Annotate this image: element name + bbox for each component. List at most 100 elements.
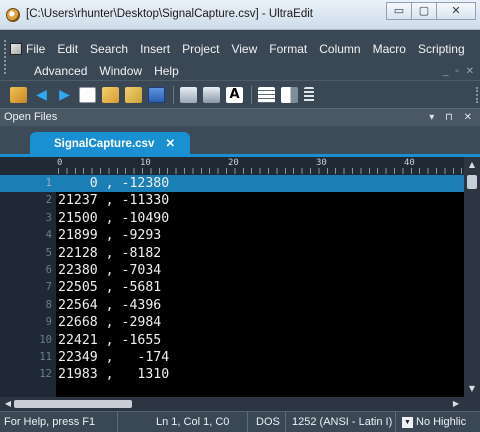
document-menu-icon[interactable]: [10, 43, 22, 55]
menu-project[interactable]: Project: [182, 42, 219, 56]
line-text: 22668 , -2984: [58, 315, 162, 331]
menu-search[interactable]: Search: [90, 42, 128, 56]
vertical-scrollbar[interactable]: ▲ ▼: [464, 157, 480, 397]
line-number: 4: [45, 229, 52, 242]
line-number: 8: [45, 298, 52, 311]
ultraedit-window: [C:\Users\rhunter\Desktop\SignalCapture.…: [0, 0, 480, 432]
open-files-panel: Open Files ▾ ⊓ ✕: [0, 108, 480, 126]
menu-format[interactable]: Format: [269, 42, 307, 56]
status-line-ending[interactable]: DOS: [252, 412, 286, 432]
line-number: 2: [45, 194, 52, 207]
toolbar-separator: [173, 85, 174, 104]
line-number: 5: [45, 246, 52, 259]
menu-help[interactable]: Help: [154, 64, 179, 78]
close-button[interactable]: ✕: [436, 2, 476, 20]
ruler-ticks: [58, 168, 464, 174]
line-text: 22564 , -4396: [58, 297, 162, 313]
line-number: 7: [45, 281, 52, 294]
scroll-down-arrow-icon[interactable]: ▼: [466, 383, 478, 395]
scroll-right-arrow-icon[interactable]: ▶: [450, 398, 462, 410]
column-ruler: 0 10 20 30 40: [0, 157, 464, 175]
chevron-down-icon[interactable]: ▼: [402, 416, 413, 428]
menu-column[interactable]: Column: [319, 42, 360, 56]
menu-file[interactable]: File: [26, 42, 45, 56]
menu-window[interactable]: Window: [99, 64, 142, 78]
status-encoding[interactable]: 1252 (ANSI - Latin I): [288, 412, 396, 432]
minimize-button[interactable]: ▭: [386, 2, 412, 20]
print-preview-icon[interactable]: [203, 86, 220, 103]
editor-line[interactable]: 9 22668 , -2984: [0, 314, 464, 331]
editor-line[interactable]: 5 22128 , -8182: [0, 245, 464, 262]
line-number: 10: [39, 333, 52, 346]
spell-check-icon[interactable]: [304, 86, 314, 103]
status-help-text: For Help, press F1: [0, 412, 118, 432]
font-icon[interactable]: A: [226, 86, 243, 103]
scroll-left-arrow-icon[interactable]: ◀: [2, 398, 14, 410]
editor-line[interactable]: 2 21237 , -11330: [0, 192, 464, 209]
ruler-label: 40: [404, 158, 415, 168]
back-arrow-icon[interactable]: ◀: [33, 87, 50, 103]
editor-line[interactable]: 10 22421 , -1655: [0, 332, 464, 349]
line-text: 22505 , -5681: [58, 280, 162, 296]
vertical-scroll-thumb[interactable]: [467, 175, 477, 189]
save-icon[interactable]: [148, 86, 165, 103]
status-highlighting-value: No Highlic: [416, 416, 467, 428]
editor-line[interactable]: 4 21899 , -9293: [0, 227, 464, 244]
line-text: 22421 , -1655: [58, 332, 162, 348]
window-title: [C:\Users\rhunter\Desktop\SignalCapture.…: [26, 8, 313, 20]
toolbar: ◀ ▶ A: [0, 80, 480, 108]
menu-grip-handle[interactable]: [4, 40, 6, 74]
menu-insert[interactable]: Insert: [140, 42, 170, 56]
editor-line[interactable]: 7 22505 , -5681: [0, 279, 464, 296]
open-files-panel-controls[interactable]: ▾ ⊓ ✕: [429, 109, 476, 126]
open-folder-icon[interactable]: [10, 86, 27, 103]
toolbar-separator: [251, 85, 252, 104]
editor-line[interactable]: 3 21500 , -10490: [0, 210, 464, 227]
line-text: 22128 , -8182: [58, 245, 162, 261]
horizontal-scroll-thumb[interactable]: [14, 400, 132, 408]
horizontal-scrollbar[interactable]: ◀ ▶: [0, 397, 480, 411]
line-text: 21237 , -11330: [58, 193, 170, 209]
line-number: 9: [45, 316, 52, 329]
open-file-icon[interactable]: [102, 86, 119, 103]
maximize-button[interactable]: ▢: [411, 2, 437, 20]
ruler-label: 0: [57, 158, 63, 168]
editor-line[interactable]: 12 21983 , 1310: [0, 366, 464, 383]
tab-close-icon[interactable]: ✕: [166, 138, 176, 150]
menu-view[interactable]: View: [231, 42, 257, 56]
toolbar-grip-handle[interactable]: [476, 87, 478, 103]
ruler-label: 10: [140, 158, 151, 168]
title-bar[interactable]: [C:\Users\rhunter\Desktop\SignalCapture.…: [0, 0, 480, 30]
menu-scripting[interactable]: Scripting: [418, 42, 465, 56]
line-text: 21500 , -10490: [58, 210, 170, 226]
line-text: 0 , -12380: [58, 176, 170, 191]
menu-advanced[interactable]: Advanced: [34, 64, 87, 78]
editor-line[interactable]: 6 22380 , -7034: [0, 262, 464, 279]
list-icon[interactable]: [258, 86, 275, 103]
panel-icon[interactable]: [281, 86, 298, 103]
tab-strip: SignalCapture.csv ✕: [0, 126, 480, 156]
forward-arrow-icon[interactable]: ▶: [56, 87, 73, 103]
open-files-label: Open Files: [4, 111, 58, 123]
ruler-label: 20: [228, 158, 239, 168]
mdi-window-controls[interactable]: _ ▫ ✕: [443, 66, 476, 77]
editor-line[interactable]: 8 22564 , -4396: [0, 297, 464, 314]
status-highlighting[interactable]: ▼ No Highlic: [398, 412, 480, 432]
tab-signalcapture[interactable]: SignalCapture.csv ✕: [30, 132, 190, 156]
window-controls: ▭ ▢ ✕: [386, 2, 476, 20]
editor-line[interactable]: 1 0 , -12380: [0, 175, 464, 193]
new-file-icon[interactable]: [79, 86, 96, 103]
app-icon[interactable]: [6, 8, 20, 22]
line-number: 11: [39, 351, 52, 363]
editor-pane[interactable]: 0 10 20 30 40 1 0 , -12380 2 21237 , -113…: [0, 157, 480, 397]
editor-line[interactable]: 11 22349 , -174: [0, 349, 464, 366]
menu-macro[interactable]: Macro: [373, 42, 406, 56]
print-icon[interactable]: [180, 86, 197, 103]
status-bar: For Help, press F1 Ln 1, Col 1, C0 DOS 1…: [0, 411, 480, 432]
folder-icon[interactable]: [125, 86, 142, 103]
line-text: 21983 , 1310: [58, 367, 170, 383]
scroll-up-arrow-icon[interactable]: ▲: [466, 159, 478, 171]
line-text: 22349 , -174: [58, 350, 170, 365]
menu-bar: File Edit Search Insert Project View For…: [0, 30, 480, 80]
menu-edit[interactable]: Edit: [57, 42, 78, 56]
